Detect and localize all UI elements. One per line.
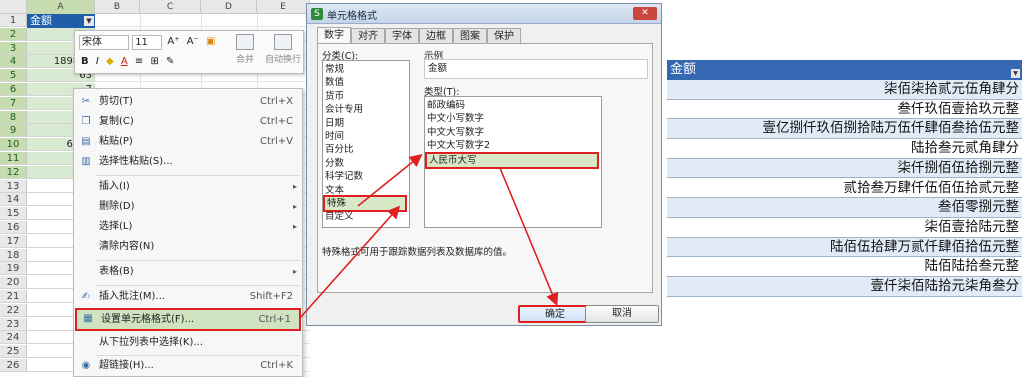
result-row[interactable]: 柒佰壹拾陆元整 bbox=[667, 218, 1022, 238]
result-row[interactable]: 贰拾叁万肆仟伍佰伍拾贰元整 bbox=[667, 179, 1022, 199]
result-header-cell[interactable]: 金额 ▼ bbox=[667, 60, 1022, 80]
result-row[interactable]: 柒佰柒拾贰元伍角肆分 bbox=[667, 80, 1022, 100]
arrow-menu-to-category bbox=[299, 205, 401, 319]
result-row[interactable]: 柒仟捌佰伍拾捌元整 bbox=[667, 158, 1022, 179]
filter-dropdown-icon[interactable]: ▼ bbox=[1011, 69, 1020, 78]
result-column: 金额 ▼ 柒佰柒拾贰元伍角肆分 叁仟玖佰壹拾玖元整 壹亿捌仟玖佰捌拾陆万伍仟肆佰叁拾… bbox=[667, 60, 1022, 297]
result-row[interactable]: 陆佰陆拾叁元整 bbox=[667, 257, 1022, 277]
arrow-category-to-type bbox=[357, 153, 423, 207]
result-row[interactable]: 陆佰伍拾肆万贰仟肆佰拾伍元整 bbox=[667, 237, 1022, 258]
result-row[interactable]: 壹亿捌仟玖佰捌拾陆万伍仟肆佰叁拾伍元整 bbox=[667, 119, 1022, 140]
result-header-label: 金额 bbox=[670, 62, 697, 77]
arrow-type-to-ok bbox=[499, 167, 559, 306]
result-row[interactable]: 壹仟柒佰陆拾元柒角叁分 bbox=[667, 277, 1022, 297]
result-row[interactable]: 陆拾叁元贰角肆分 bbox=[667, 139, 1022, 159]
result-row[interactable]: 叁仟玖佰壹拾玖元整 bbox=[667, 100, 1022, 120]
result-row[interactable]: 叁佰零捌元整 bbox=[667, 198, 1022, 218]
